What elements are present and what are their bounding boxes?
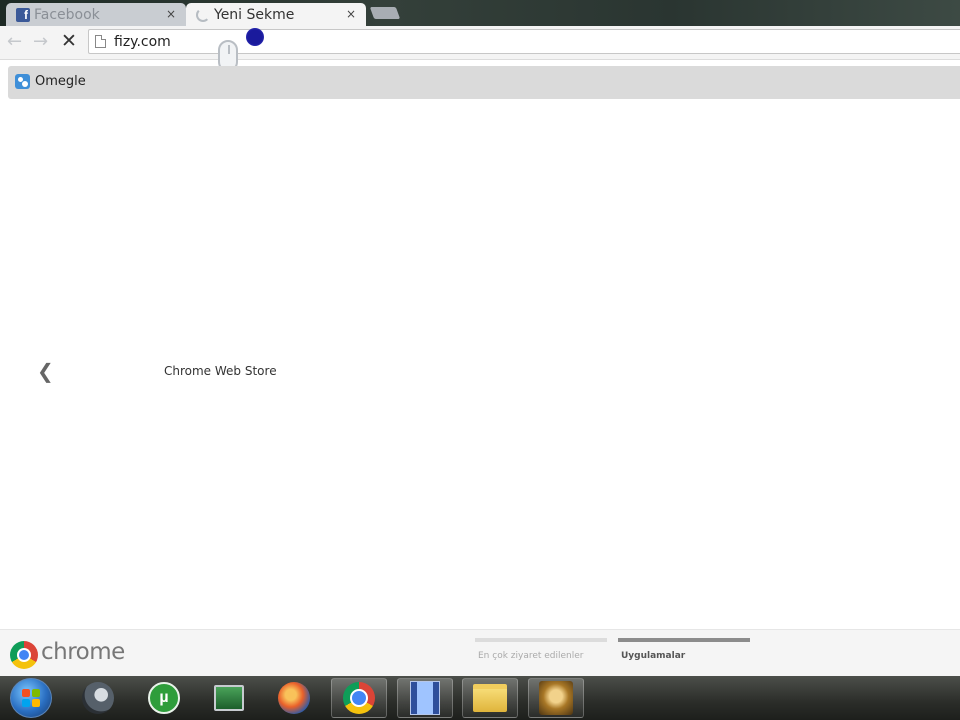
- stop-loading-icon[interactable]: ✕: [61, 30, 77, 52]
- page-switcher-most-visited[interactable]: [475, 638, 607, 642]
- back-arrow-icon[interactable]: ←: [7, 31, 22, 52]
- tab-yeni-sekme[interactable]: Yeni Sekme ×: [186, 3, 366, 26]
- page-icon: [95, 35, 106, 48]
- taskbar-video-editor[interactable]: [397, 678, 453, 718]
- taskbar-steam[interactable]: [70, 678, 126, 718]
- taskbar-chrome[interactable]: [331, 678, 387, 718]
- monitor-icon: [214, 685, 244, 711]
- new-tab-button[interactable]: [369, 7, 401, 19]
- steam-icon: [82, 682, 114, 714]
- browser-toolbar: ← → ✕ fizy.com: [0, 26, 960, 60]
- start-button[interactable]: [10, 678, 52, 718]
- forward-arrow-icon[interactable]: →: [33, 31, 48, 52]
- bookmarks-bar: Omegle: [8, 66, 960, 99]
- close-tab-icon[interactable]: ×: [166, 7, 176, 21]
- page-switcher-apps[interactable]: [618, 638, 750, 642]
- new-tab-page: ❮ Chrome Web Store: [0, 99, 960, 629]
- video-editor-icon: [410, 681, 440, 715]
- taskbar-firefox[interactable]: [266, 678, 322, 718]
- bookmark-label: Omegle: [35, 74, 86, 89]
- windows-flag-icon: [22, 689, 40, 707]
- tab-title: Yeni Sekme: [214, 6, 295, 23]
- close-tab-icon[interactable]: ×: [346, 7, 356, 21]
- page-label-most-visited[interactable]: En çok ziyaret edilenler: [478, 651, 584, 661]
- taskbar-folder[interactable]: [462, 678, 518, 718]
- utorrent-icon: µ: [148, 682, 180, 714]
- facebook-icon: f: [16, 7, 30, 22]
- omegle-icon: [15, 74, 30, 89]
- page-label-apps[interactable]: Uygulamalar: [621, 651, 685, 661]
- click-indicator-icon: [246, 28, 264, 46]
- game-icon: [539, 681, 573, 715]
- new-tab-footer: chrome En çok ziyaret edilenler Uygulama…: [0, 629, 960, 676]
- firefox-icon: [278, 682, 310, 714]
- tab-facebook[interactable]: f Facebook ×: [6, 3, 186, 26]
- chrome-logo-icon: [10, 641, 38, 669]
- taskbar-game[interactable]: [528, 678, 584, 718]
- taskbar-monitor[interactable]: [201, 678, 257, 718]
- loading-spinner-icon: [196, 7, 210, 22]
- bookmark-omegle[interactable]: Omegle: [15, 74, 86, 89]
- previous-page-arrow-icon[interactable]: ❮: [37, 359, 54, 383]
- app-chrome-web-store[interactable]: Chrome Web Store: [164, 364, 277, 378]
- address-bar-url[interactable]: fizy.com: [114, 34, 171, 50]
- tab-title: Facebook: [34, 6, 100, 23]
- taskbar-utorrent[interactable]: µ: [136, 678, 192, 718]
- chrome-icon: [343, 682, 375, 714]
- tab-strip: f Facebook × Yeni Sekme ×: [0, 0, 960, 26]
- chrome-wordmark: chrome: [41, 639, 125, 665]
- windows-taskbar: µ: [0, 676, 960, 720]
- folder-icon: [473, 684, 507, 712]
